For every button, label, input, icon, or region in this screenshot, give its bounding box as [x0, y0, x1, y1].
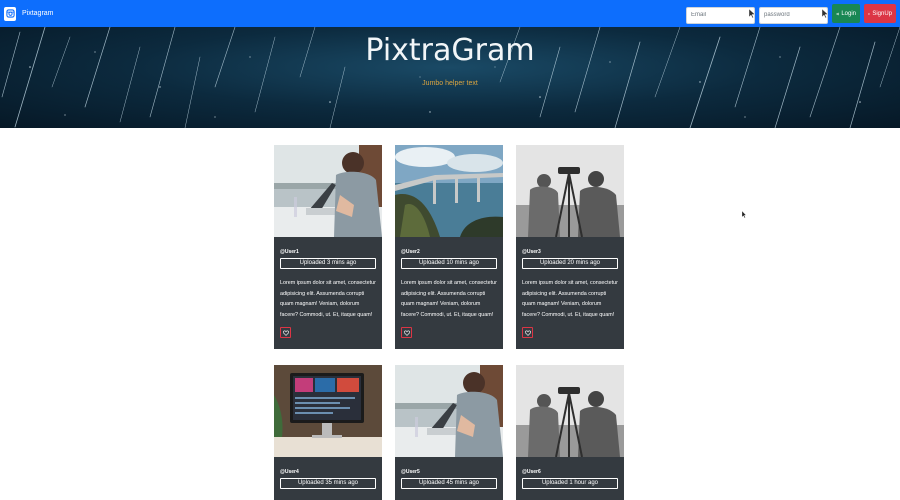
post-card: @User1 Uploaded 3 mins ago Lorem ipsum d… [274, 145, 382, 349]
post-username[interactable]: @User3 [522, 249, 618, 255]
upload-time-badge: Uploaded 45 mins ago [401, 478, 497, 489]
email-field-wrap [686, 3, 755, 24]
post-body: @User4 Uploaded 35 mins ago [274, 469, 382, 489]
upload-time-badge: Uploaded 20 mins ago [522, 258, 618, 269]
post-caption: Lorem ipsum dolor sit amet, consectetur … [401, 280, 497, 318]
post-image[interactable] [516, 365, 624, 457]
heart-icon [282, 330, 289, 336]
password-field-wrap [759, 3, 828, 24]
upload-time-badge: Uploaded 1 hour ago [522, 478, 618, 489]
post-card: @User5 Uploaded 45 mins ago [395, 365, 503, 500]
post-image[interactable] [395, 145, 503, 237]
post-username[interactable]: @User4 [280, 469, 376, 475]
signup-button[interactable]: SignUp [864, 4, 896, 23]
post-body: @User3 Uploaded 20 mins ago Lorem ipsum … [516, 249, 624, 338]
post-body: @User2 Uploaded 10 mins ago Lorem ipsum … [395, 249, 503, 338]
signup-label: SignUp [872, 10, 892, 17]
email-field[interactable] [686, 6, 755, 24]
like-button[interactable] [280, 327, 291, 338]
login-form: Login SignUp [686, 3, 896, 24]
post-body: @User1 Uploaded 3 mins ago Lorem ipsum d… [274, 249, 382, 338]
cursor-icon [749, 9, 755, 19]
post-caption: Lorem ipsum dolor sit amet, consectetur … [280, 280, 376, 318]
mouse-cursor-icon [742, 211, 746, 218]
upload-time-badge: Uploaded 35 mins ago [280, 478, 376, 489]
upload-time-badge: Uploaded 10 mins ago [401, 258, 497, 269]
post-image[interactable] [395, 365, 503, 457]
post-card: @User6 Uploaded 1 hour ago [516, 365, 624, 500]
user-plus-icon [868, 12, 871, 15]
post-image[interactable] [274, 365, 382, 457]
login-button[interactable]: Login [832, 4, 860, 23]
post-username[interactable]: @User2 [401, 249, 497, 255]
post-body: @User5 Uploaded 45 mins ago [395, 469, 503, 489]
post-card: @User3 Uploaded 20 mins ago Lorem ipsum … [516, 145, 624, 349]
brand-name[interactable]: Pixtagram [22, 10, 54, 17]
navbar: Pixtagram Login SignUp [0, 0, 900, 27]
post-username[interactable]: @User5 [401, 469, 497, 475]
post-username[interactable]: @User1 [280, 249, 376, 255]
heart-icon [403, 330, 410, 336]
like-button[interactable] [401, 327, 412, 338]
post-caption: Lorem ipsum dolor sit amet, consectetur … [522, 280, 618, 318]
jumbotron: PixtraGram Jumbo helper text [0, 27, 900, 128]
post-username[interactable]: @User6 [522, 469, 618, 475]
post-card: @User4 Uploaded 35 mins ago [274, 365, 382, 500]
post-body: @User6 Uploaded 1 hour ago [516, 469, 624, 489]
instagram-logo-icon[interactable] [4, 6, 16, 21]
upload-time-badge: Uploaded 3 mins ago [280, 258, 376, 269]
post-image[interactable] [516, 145, 624, 237]
login-label: Login [841, 10, 856, 17]
heart-icon [524, 330, 531, 336]
site-title: PixtraGram [365, 33, 535, 68]
cursor-icon [822, 9, 828, 19]
sign-in-icon [836, 12, 840, 15]
post-card: @User2 Uploaded 10 mins ago Lorem ipsum … [395, 145, 503, 349]
password-field[interactable] [759, 6, 828, 24]
like-button[interactable] [522, 327, 533, 338]
site-subtitle: Jumbo helper text [422, 80, 478, 87]
post-image[interactable] [274, 145, 382, 237]
